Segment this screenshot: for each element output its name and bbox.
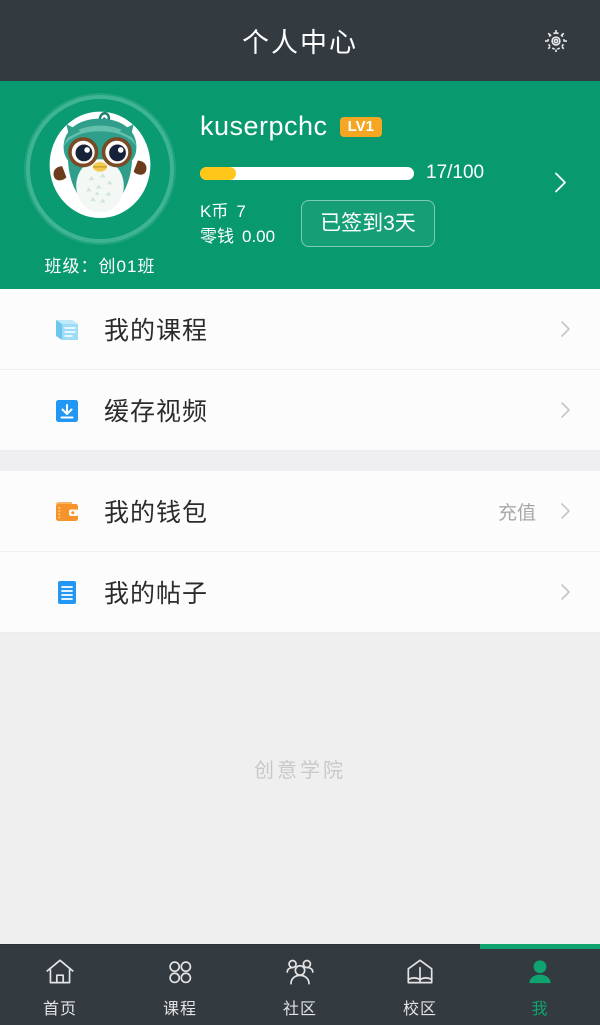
menu-group-1: 我的课程 缓存视频 bbox=[0, 289, 600, 451]
tab-community[interactable]: 社区 bbox=[240, 945, 360, 1025]
avatar[interactable] bbox=[26, 95, 174, 243]
kcoin-label: K币 bbox=[200, 202, 229, 221]
settings-button[interactable] bbox=[534, 19, 578, 63]
tab-label: 我 bbox=[531, 1001, 549, 1018]
gear-icon bbox=[545, 29, 567, 52]
tab-home[interactable]: 首页 bbox=[0, 945, 120, 1025]
person-icon bbox=[523, 955, 557, 989]
kcoin-stat: K币 7 bbox=[200, 200, 275, 225]
stats-row: K币 7 零钱 0.00 已签到3天 bbox=[200, 200, 530, 249]
level-badge: LV1 bbox=[339, 116, 382, 137]
watermark: 创意学院 bbox=[254, 760, 346, 782]
home-icon bbox=[43, 955, 77, 989]
menu-list: 我的课程 缓存视频 我的钱包 充值 我的帖子 创意学院 bbox=[0, 289, 600, 944]
menu-row-my-courses[interactable]: 我的课程 bbox=[0, 289, 600, 370]
menu-label: 我的钱包 bbox=[104, 499, 209, 527]
page-title: 个人中心 bbox=[242, 28, 358, 58]
experience-progress: 17/100 bbox=[200, 162, 530, 184]
tab-me[interactable]: 我 bbox=[480, 944, 600, 1025]
menu-row-my-posts[interactable]: 我的帖子 bbox=[0, 552, 600, 633]
menu-label: 缓存视频 bbox=[104, 398, 209, 426]
avatar-column: 班级：创01班 bbox=[0, 95, 200, 289]
progress-text: 17/100 bbox=[426, 162, 485, 183]
people-icon bbox=[283, 955, 317, 989]
chevron-right-icon bbox=[554, 578, 576, 606]
chevron-right-icon bbox=[554, 315, 576, 343]
tab-label: 校区 bbox=[402, 1001, 437, 1018]
username-row: kuserpchc LV1 bbox=[200, 111, 530, 142]
active-tab-indicator bbox=[480, 944, 600, 949]
book-icon bbox=[50, 312, 84, 346]
tab-courses[interactable]: 课程 bbox=[120, 945, 240, 1025]
menu-group-2: 我的钱包 充值 我的帖子 bbox=[0, 471, 600, 633]
tab-label: 课程 bbox=[162, 1001, 197, 1018]
chevron-right-icon bbox=[555, 172, 566, 193]
menu-row-cached-videos[interactable]: 缓存视频 bbox=[0, 370, 600, 451]
balance-stats: K币 7 零钱 0.00 bbox=[200, 200, 275, 249]
menu-row-my-wallet[interactable]: 我的钱包 充值 bbox=[0, 471, 600, 552]
app-header: 个人中心 bbox=[0, 0, 600, 81]
progress-track bbox=[200, 166, 414, 180]
download-icon bbox=[50, 393, 84, 427]
profile-card[interactable]: 班级：创01班 kuserpchc LV1 17/100 K币 7 零钱 0.0… bbox=[0, 81, 600, 289]
chevron-right-icon bbox=[554, 497, 576, 525]
menu-label: 我的课程 bbox=[104, 317, 209, 345]
wallet-icon bbox=[50, 494, 84, 528]
recharge-label[interactable]: 充值 bbox=[498, 498, 536, 525]
tab-label: 首页 bbox=[42, 1001, 77, 1018]
profile-detail-button[interactable] bbox=[548, 163, 574, 208]
profile-page: 个人中心 班级：创01班 kuserpchc LV1 17/100 K币 7 零… bbox=[0, 0, 600, 1025]
cash-value: 0.00 bbox=[242, 226, 276, 246]
group-separator bbox=[0, 451, 600, 471]
kcoin-value: 7 bbox=[236, 202, 246, 221]
campus-book-icon bbox=[403, 955, 437, 989]
cash-stat: 零钱 0.00 bbox=[200, 225, 275, 250]
profile-info: kuserpchc LV1 17/100 K币 7 零钱 0.00 已签到3天 bbox=[200, 95, 600, 289]
chevron-right-icon bbox=[554, 396, 576, 424]
owl-avatar-icon bbox=[30, 99, 170, 239]
class-label: 班级：创01班 bbox=[44, 257, 156, 276]
username: kuserpchc bbox=[200, 111, 328, 141]
cash-label: 零钱 bbox=[200, 226, 234, 246]
bottom-tab-bar: 首页 课程 社区 校区 我 bbox=[0, 944, 600, 1025]
tab-campus[interactable]: 校区 bbox=[360, 945, 480, 1025]
document-icon bbox=[50, 575, 84, 609]
menu-label: 我的帖子 bbox=[104, 580, 209, 608]
tab-label: 社区 bbox=[282, 1001, 317, 1018]
grid-icon bbox=[163, 955, 197, 989]
signin-button[interactable]: 已签到3天 bbox=[301, 200, 435, 247]
progress-fill bbox=[200, 166, 237, 180]
